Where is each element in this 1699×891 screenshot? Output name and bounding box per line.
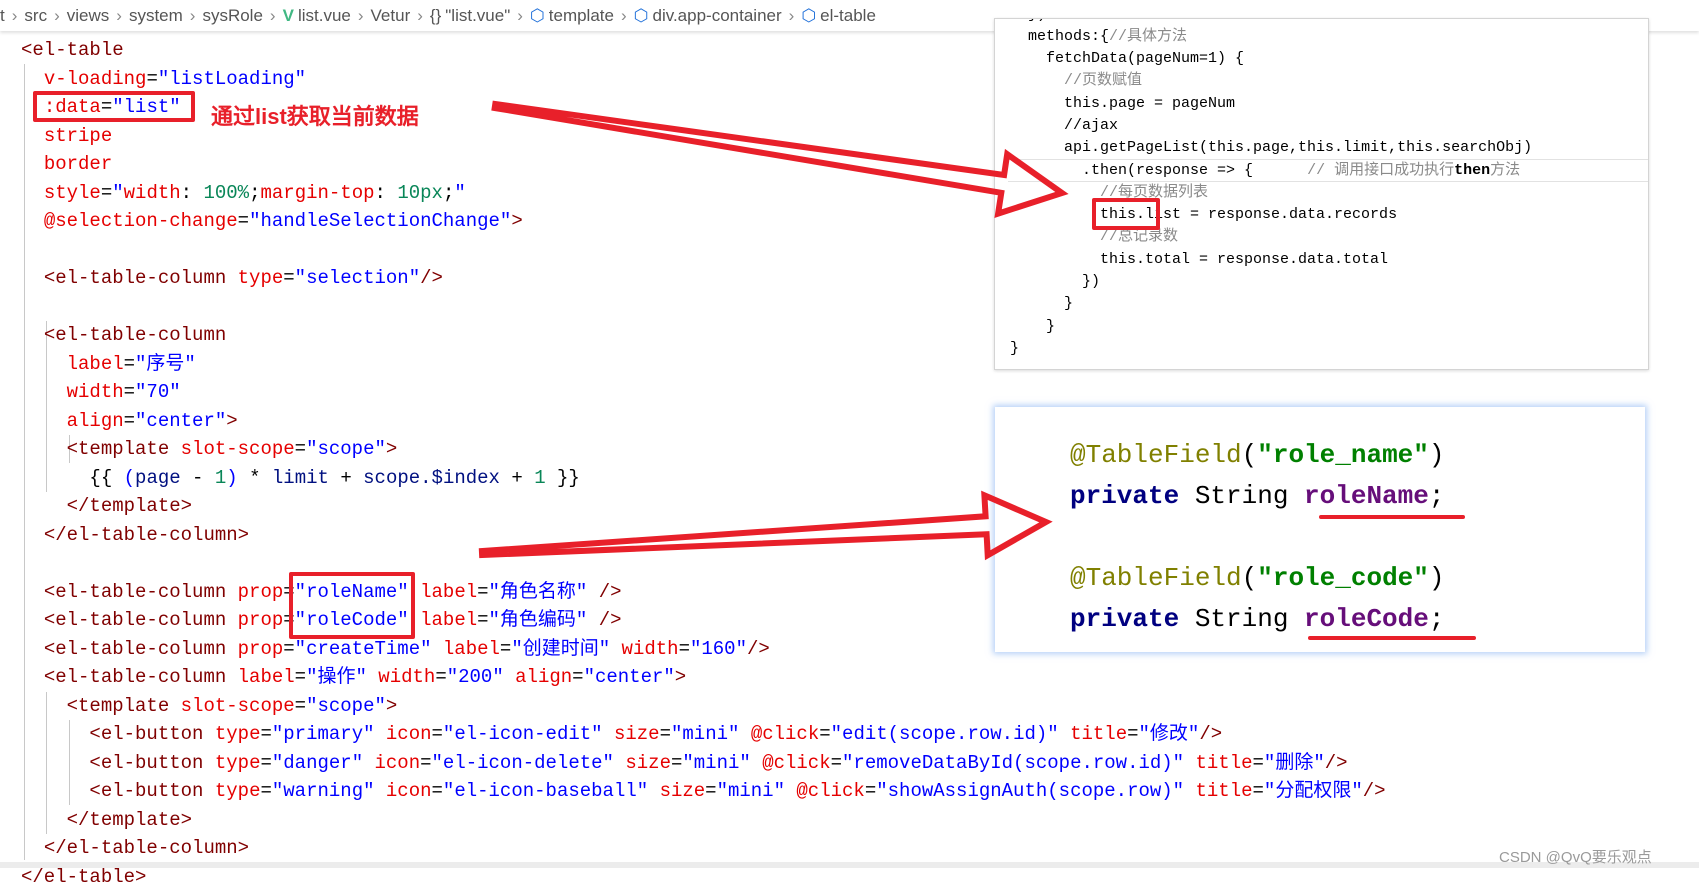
watermark: CSDN @QvQ要乐观点 — [1499, 846, 1652, 867]
arrow — [482, 495, 1046, 555]
arrow — [495, 104, 1062, 214]
annotation-arrows — [0, 0, 1699, 878]
